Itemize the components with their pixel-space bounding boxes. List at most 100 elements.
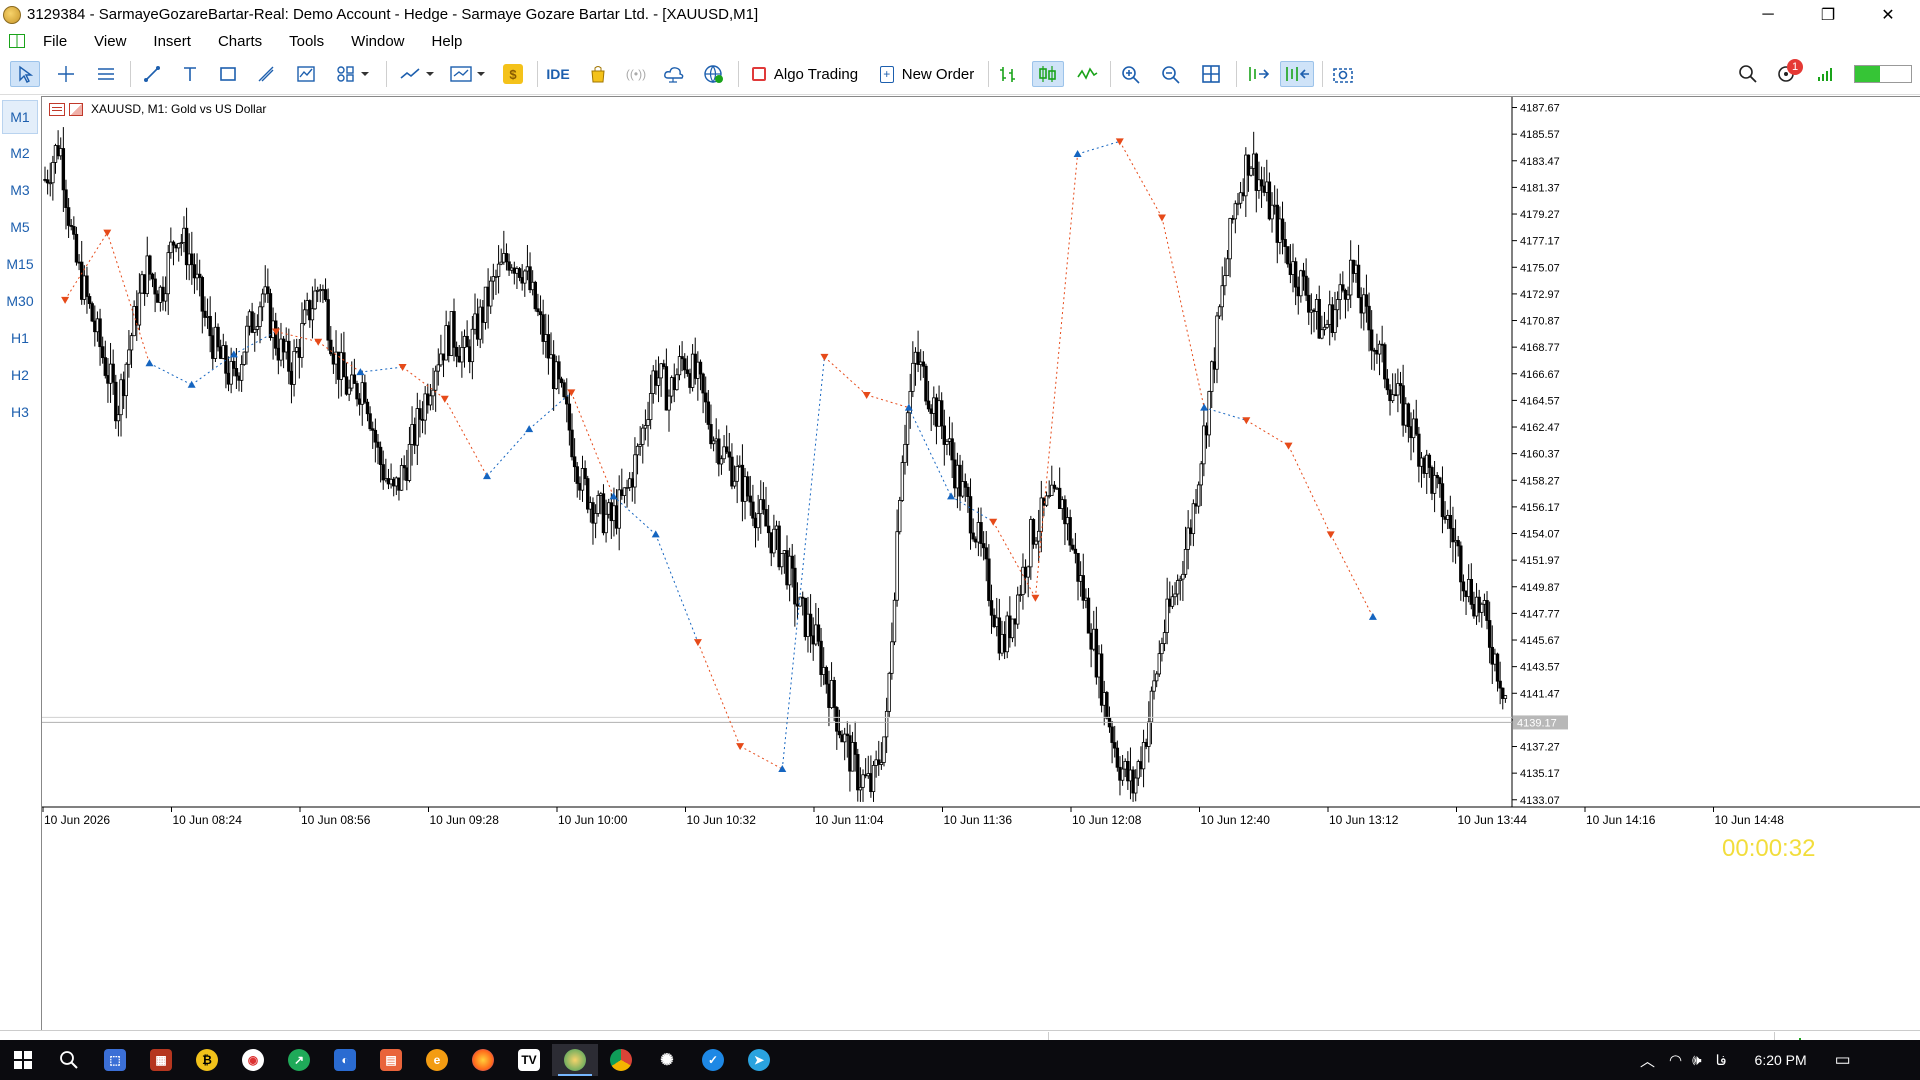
minimize-button[interactable]: ─ xyxy=(1740,0,1796,29)
candle-body xyxy=(898,500,902,533)
vps-button[interactable] xyxy=(660,61,688,87)
community-button[interactable] xyxy=(700,61,728,87)
menu-charts[interactable]: Charts xyxy=(205,33,276,50)
tile-windows-button[interactable] xyxy=(1196,61,1226,87)
taskbar-telegram[interactable]: ➤ xyxy=(736,1044,782,1076)
candle-body xyxy=(177,243,181,249)
candle-body xyxy=(1115,747,1120,768)
timeframe-m15[interactable]: M15 xyxy=(2,247,38,281)
crosshair-tool-button[interactable] xyxy=(52,61,80,87)
menu-file[interactable]: File xyxy=(30,33,81,50)
algo-trading-button[interactable]: Algo Trading xyxy=(746,61,864,87)
clock[interactable]: 6:20 PM xyxy=(1755,1052,1807,1068)
restore-button[interactable]: ❐ xyxy=(1800,0,1856,29)
action-center-icon[interactable]: ▭ xyxy=(1835,1050,1851,1070)
templates-dropdown-button[interactable] xyxy=(446,61,490,87)
close-button[interactable]: ✕ xyxy=(1860,0,1916,29)
trendline-tool-button[interactable] xyxy=(138,61,166,87)
zoom-out-button[interactable] xyxy=(1156,61,1186,87)
fibonacci-tool-button[interactable] xyxy=(252,61,280,87)
menu-insert[interactable]: Insert xyxy=(140,33,205,50)
candle-body xyxy=(355,383,359,400)
zoom-in-button[interactable] xyxy=(1116,61,1146,87)
lines-tool-button[interactable] xyxy=(92,61,120,87)
search-button[interactable] xyxy=(1734,61,1762,87)
candle-body xyxy=(1063,499,1067,525)
menu-tools[interactable]: Tools xyxy=(276,33,338,50)
shapes-tool-button[interactable] xyxy=(214,61,242,87)
cursor-tool-button[interactable] xyxy=(10,61,40,87)
taskbar-app-13[interactable]: ✓ xyxy=(690,1044,736,1076)
signals-button[interactable]: ((•)) xyxy=(622,61,650,87)
line-chart-icon xyxy=(400,68,434,79)
taskbar-app-2[interactable]: ▦ xyxy=(138,1044,184,1076)
indicator-window-button[interactable] xyxy=(292,61,320,87)
menu-view[interactable]: View xyxy=(81,33,140,50)
timeframe-h2[interactable]: H2 xyxy=(2,358,38,392)
taskbar-metatrader[interactable] xyxy=(552,1044,598,1076)
taskbar-app-1[interactable]: ⬚ xyxy=(92,1044,138,1076)
candlestick-icon xyxy=(1039,66,1056,82)
candle-body xyxy=(1383,344,1387,380)
timeframe-m2[interactable]: M2 xyxy=(2,136,38,170)
taskbar-calculator[interactable]: ▤ xyxy=(368,1044,414,1076)
chart-window[interactable]: XAUUSD, M1: Gold vs US Dollar 4187.67 418… xyxy=(41,96,1920,1030)
candle-body xyxy=(93,320,97,333)
taskbar-app-8[interactable]: e xyxy=(414,1044,460,1076)
screenshot-button[interactable] xyxy=(1328,61,1358,87)
market-button[interactable]: $ xyxy=(499,61,527,87)
taskbar-app-6[interactable]: ◐ xyxy=(322,1044,368,1076)
candle-body xyxy=(1469,578,1473,605)
candle-body xyxy=(192,264,197,279)
candle-body xyxy=(869,773,873,793)
candle-body xyxy=(279,338,283,361)
wifi-icon[interactable]: ◠ xyxy=(1669,1051,1682,1069)
candle-body xyxy=(1005,615,1009,653)
menu-window[interactable]: Window xyxy=(338,33,418,50)
candle-body xyxy=(1094,628,1099,678)
connection-status-button[interactable] xyxy=(1812,61,1840,87)
search-taskbar-button[interactable] xyxy=(46,1044,92,1076)
new-order-button[interactable]: + New Order xyxy=(874,61,980,87)
taskbar-chrome[interactable] xyxy=(598,1044,644,1076)
auto-scroll-button[interactable] xyxy=(1242,61,1274,87)
chart-shift-button[interactable] xyxy=(1280,61,1314,87)
trade-marker-buy xyxy=(1368,612,1377,620)
price-chart[interactable]: 4187.67 4185.57 4183.47 4181.37 4179.27 4177.… xyxy=(42,97,1920,1031)
text-tool-button[interactable] xyxy=(176,61,204,87)
timeframe-m30[interactable]: M30 xyxy=(2,284,38,318)
timeframe-h3[interactable]: H3 xyxy=(2,395,38,429)
line-chart-button[interactable] xyxy=(1072,61,1102,87)
objects-dropdown-button[interactable] xyxy=(332,61,376,87)
candle-body xyxy=(1215,315,1219,370)
taskbar-chatgpt[interactable]: ✺ xyxy=(644,1044,690,1076)
timeframe-m5[interactable]: M5 xyxy=(2,210,38,244)
ide-button[interactable]: IDE xyxy=(544,61,572,87)
candle-body xyxy=(635,445,640,456)
candle-body xyxy=(473,313,477,330)
taskbar-app-4[interactable]: ◉ xyxy=(230,1044,276,1076)
timeframe-m3[interactable]: M3 xyxy=(2,173,38,207)
candle-body xyxy=(1118,766,1122,781)
language-indicator[interactable]: فا xyxy=(1716,1052,1727,1069)
show-hidden-icons-icon[interactable]: ︿ xyxy=(1640,1050,1655,1071)
timeframe-m1[interactable]: M1 xyxy=(2,100,38,134)
taskbar-app-3[interactable]: ₿ xyxy=(184,1044,230,1076)
volume-icon[interactable]: 🕪 xyxy=(1692,1052,1701,1069)
taskbar-app-5[interactable]: ↗ xyxy=(276,1044,322,1076)
bar-chart-button[interactable] xyxy=(994,61,1024,87)
candle-body xyxy=(1254,153,1259,191)
start-button[interactable] xyxy=(0,1044,46,1076)
taskbar-firefox[interactable] xyxy=(460,1044,506,1076)
candle-body xyxy=(607,502,611,515)
menu-help[interactable]: Help xyxy=(419,33,477,50)
notifications-button[interactable]: 1 xyxy=(1770,59,1804,87)
candlestick-chart-button[interactable] xyxy=(1032,61,1064,87)
market-bag-button[interactable] xyxy=(584,61,612,87)
candle-body xyxy=(672,377,676,391)
candle-body xyxy=(1443,516,1447,520)
chart-type-dropdown-button[interactable] xyxy=(396,61,440,87)
timeframe-h1[interactable]: H1 xyxy=(2,321,38,355)
taskbar-tradingview[interactable]: TV xyxy=(506,1044,552,1076)
candle-body xyxy=(1089,632,1093,650)
